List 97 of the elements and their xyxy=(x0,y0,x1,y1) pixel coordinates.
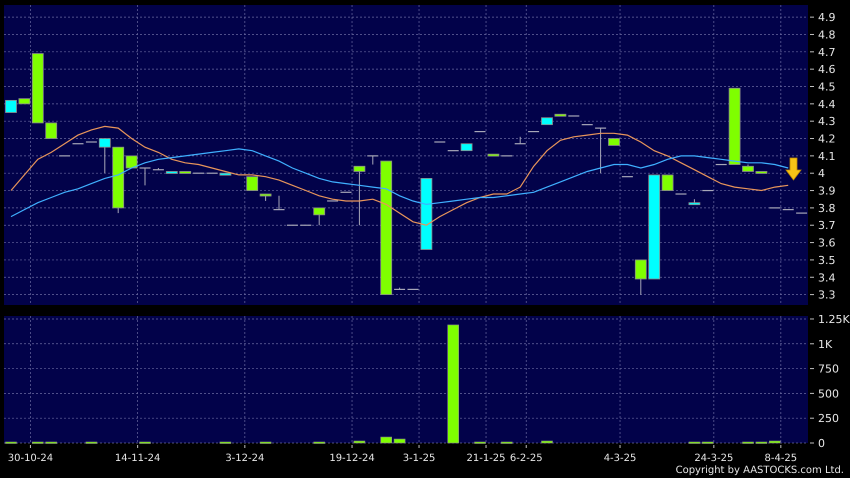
volume-bar xyxy=(5,442,17,444)
candlestick xyxy=(367,155,378,166)
axis-label: 4.9 xyxy=(818,11,836,24)
candlestick xyxy=(152,168,164,170)
axis-label: 4 xyxy=(818,167,825,180)
candlestick xyxy=(193,172,204,174)
axis-label: 4.7 xyxy=(818,46,836,59)
candlestick xyxy=(474,131,486,132)
candlestick xyxy=(541,117,553,126)
volume-bar xyxy=(220,442,232,444)
axis-label: 14-11-24 xyxy=(114,453,160,464)
copyright-text: Copyright by AASTOCKS.com Ltd. xyxy=(676,465,844,478)
axis-label: 3.9 xyxy=(818,184,836,198)
candlestick xyxy=(354,166,366,226)
axis-label: 3-1-25 xyxy=(402,453,436,464)
axis-label: 3.7 xyxy=(818,219,836,232)
volume-bar xyxy=(501,442,513,444)
candlestick xyxy=(742,164,754,172)
candlestick xyxy=(488,154,500,157)
candlestick xyxy=(340,192,352,193)
candlestick xyxy=(568,115,580,117)
axis-label: 4.2 xyxy=(818,132,836,146)
candlestick xyxy=(434,141,446,143)
candlestick xyxy=(220,172,232,176)
candlestick xyxy=(582,124,593,126)
axis-label: 3.8 xyxy=(818,202,836,215)
candlestick xyxy=(514,136,526,144)
volume-bar xyxy=(260,442,272,444)
candlestick xyxy=(408,288,418,290)
candlestick xyxy=(72,143,84,144)
axis-label: 1.25K xyxy=(818,312,850,326)
volume-bar xyxy=(769,440,781,444)
axis-label: 19-12-24 xyxy=(329,453,375,464)
candlestick xyxy=(608,138,620,146)
candlestick xyxy=(528,131,540,132)
candlestick xyxy=(756,170,768,174)
volume-bar xyxy=(380,436,392,444)
axis-label: 750 xyxy=(818,362,839,376)
candlestick xyxy=(327,200,338,202)
candlestick xyxy=(769,207,780,208)
candlestick xyxy=(716,164,727,166)
axis-label: 1K xyxy=(818,338,832,351)
axis-label: 3.3 xyxy=(818,288,836,302)
axis-label: 4.4 xyxy=(818,98,836,111)
volume-bar xyxy=(742,442,754,444)
candlestick xyxy=(394,287,406,290)
candlestick xyxy=(460,143,472,152)
axis-label: 24-3-25 xyxy=(694,453,734,464)
candlestick xyxy=(688,198,700,206)
candlestick xyxy=(622,176,633,178)
volume-bar xyxy=(86,442,98,444)
axis-label: 4.5 xyxy=(818,80,836,94)
axis-label: 250 xyxy=(818,412,839,426)
candlestick xyxy=(260,194,272,202)
volume-bar xyxy=(702,442,714,444)
candlestick xyxy=(140,167,150,186)
axis-label: 3.5 xyxy=(818,254,836,267)
axis-label: 30-10-24 xyxy=(8,453,54,464)
axis-label: 500 xyxy=(818,387,839,400)
candlestick xyxy=(5,100,17,114)
volume-bar xyxy=(474,442,486,444)
candlestick xyxy=(796,212,808,214)
volume-bar xyxy=(139,442,151,444)
volume-bar xyxy=(354,440,366,444)
axis-label: 4.1 xyxy=(818,150,836,163)
candlestick xyxy=(300,224,312,226)
volume-bar xyxy=(394,438,406,444)
candlestick xyxy=(554,114,566,117)
candlestick xyxy=(702,190,714,192)
volume-bar xyxy=(756,442,768,444)
candlestick xyxy=(274,195,284,210)
candlestick xyxy=(676,193,686,195)
axis-label: 21-1-25 xyxy=(466,453,506,464)
axis-label: 3.4 xyxy=(818,271,836,284)
candlestick xyxy=(448,150,459,152)
candlestick xyxy=(246,176,258,192)
candlestick xyxy=(86,141,97,143)
axis-label: 0 xyxy=(818,437,825,450)
volume-bar xyxy=(313,442,325,444)
candlestick xyxy=(59,155,70,156)
axis-label: 3-12-24 xyxy=(225,453,264,464)
axis-label: 4.8 xyxy=(818,28,836,42)
axis-label: 4.3 xyxy=(818,115,836,128)
axis-label: 8-4-25 xyxy=(764,453,798,464)
candlestick xyxy=(501,155,512,156)
axis-label: 4-3-25 xyxy=(604,453,636,464)
candlestick xyxy=(782,209,794,210)
down-arrow-icon xyxy=(785,158,802,181)
volume-bar xyxy=(688,442,700,444)
candlestick xyxy=(286,224,298,226)
axis-label: 6-2-25 xyxy=(510,453,543,464)
candlestick xyxy=(313,207,326,226)
axis-label: 4.6 xyxy=(818,63,836,76)
candlestick xyxy=(595,128,606,174)
candlestick xyxy=(206,172,218,174)
volume-bar xyxy=(541,440,553,444)
axis-label: 3.6 xyxy=(818,236,836,250)
